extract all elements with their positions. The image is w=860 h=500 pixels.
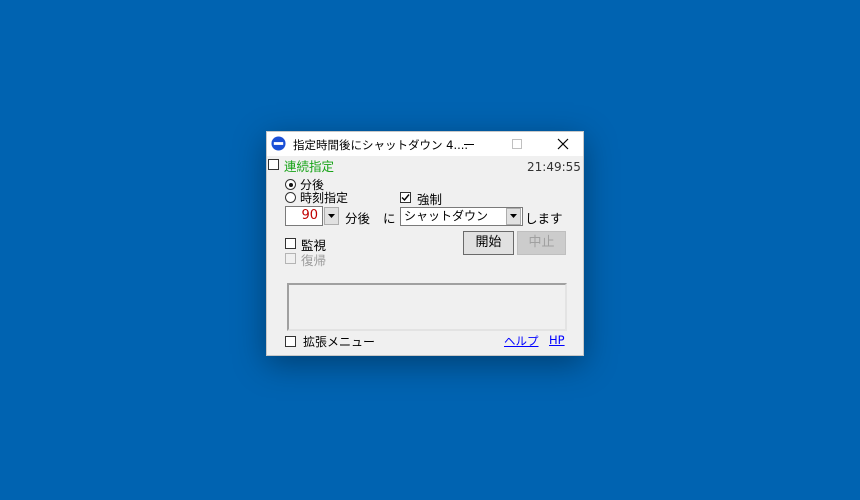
- check-icon: [401, 194, 410, 202]
- hp-link[interactable]: HP: [549, 333, 565, 347]
- start-button[interactable]: 開始: [463, 231, 514, 255]
- minutes-dropdown-button[interactable]: [324, 207, 339, 225]
- clock-display: 21:49:55: [527, 160, 581, 174]
- help-link[interactable]: ヘルプ: [504, 333, 539, 349]
- status-log-area: [287, 283, 567, 331]
- action-dropdown-button[interactable]: [506, 208, 521, 225]
- action-select[interactable]: シャットダウン: [400, 207, 523, 226]
- force-checkbox[interactable]: [400, 192, 411, 203]
- stop-button: 中止: [517, 231, 566, 255]
- restore-label: 復帰: [301, 253, 327, 268]
- at-time-radio[interactable]: [285, 192, 296, 203]
- minutes-unit-label: 分後: [345, 211, 371, 226]
- after-minutes-radio[interactable]: [285, 179, 296, 190]
- window-title: 指定時間後にシャットダウン 4....: [293, 138, 469, 152]
- close-button[interactable]: [541, 132, 585, 156]
- extended-menu-checkbox[interactable]: [285, 336, 296, 347]
- title-bar[interactable]: 指定時間後にシャットダウン 4....: [267, 132, 583, 156]
- maximize-button: [495, 132, 539, 156]
- continuous-label: 連続指定: [284, 159, 335, 174]
- chevron-down-icon: [510, 214, 517, 218]
- at-time-label: 時刻指定: [300, 191, 349, 205]
- extended-menu-label: 拡張メニュー: [303, 335, 376, 349]
- minimize-button[interactable]: [447, 132, 491, 156]
- minutes-input[interactable]: 90: [285, 206, 323, 226]
- minimize-icon: [464, 144, 474, 145]
- client-area: 連続指定 21:49:55 分後 時刻指定 強制 90 分後 に シャットダウン…: [267, 156, 583, 355]
- restore-checkbox: [285, 253, 296, 264]
- continuous-checkbox[interactable]: [268, 159, 279, 170]
- close-icon: [557, 138, 569, 150]
- force-label: 強制: [417, 192, 443, 207]
- connector-label: に: [383, 211, 396, 226]
- action-select-value: シャットダウン: [404, 209, 489, 223]
- maximize-icon: [512, 139, 522, 149]
- app-window: 指定時間後にシャットダウン 4.... 連続指定 21:49:55 分後 時刻指…: [266, 131, 584, 356]
- chevron-down-icon: [328, 213, 335, 218]
- monitor-checkbox[interactable]: [285, 238, 296, 249]
- suffix-label: します: [525, 211, 563, 226]
- no-entry-icon: [271, 136, 286, 151]
